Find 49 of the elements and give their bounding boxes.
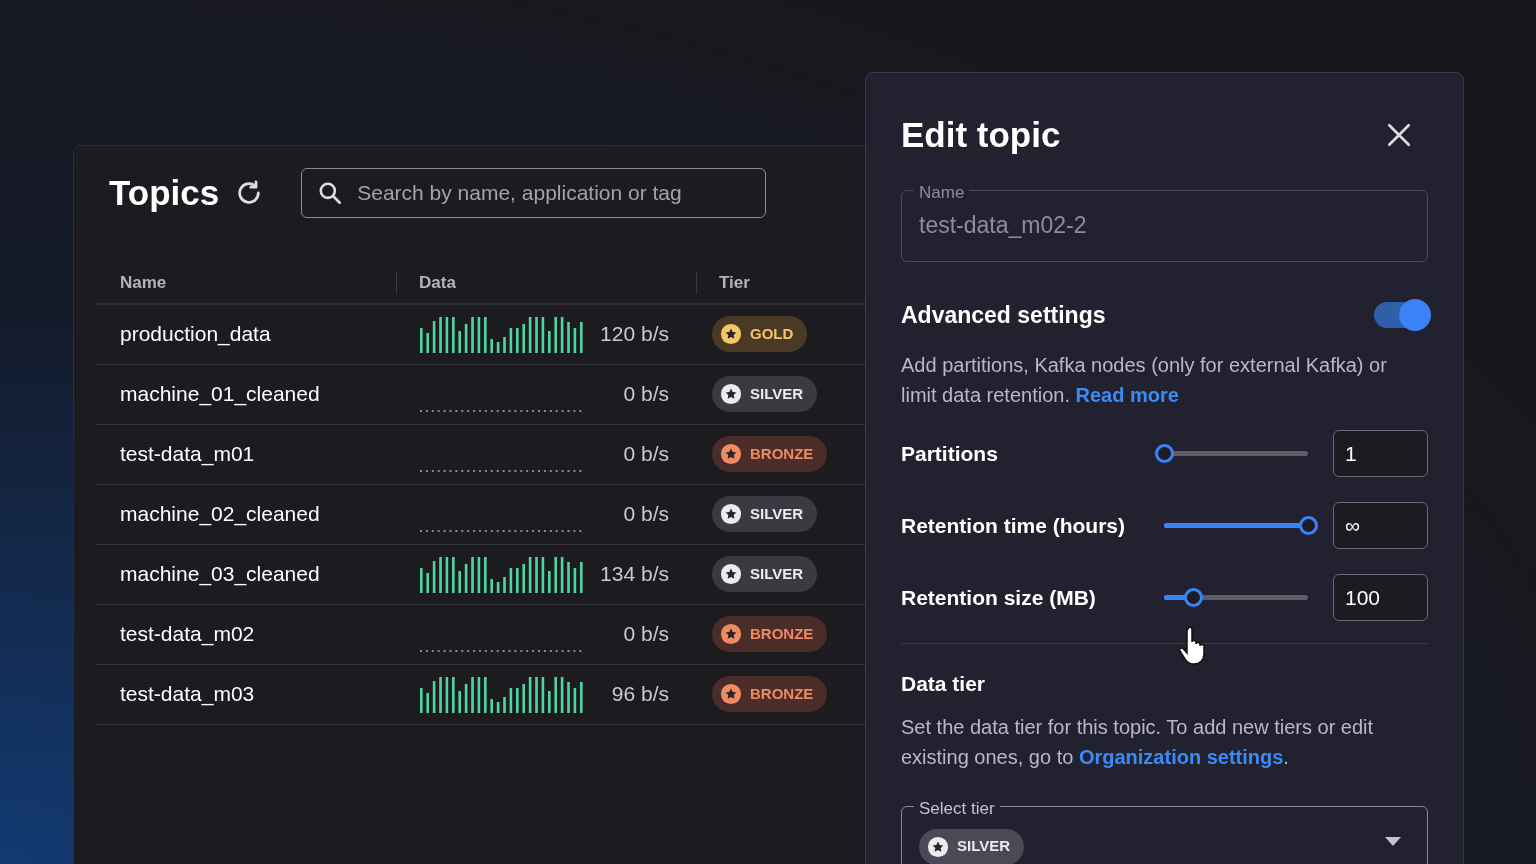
tier-badge: SILVER	[712, 376, 818, 412]
organization-settings-link[interactable]: Organization settings	[1078, 745, 1284, 768]
tier-badge: GOLD	[712, 316, 808, 352]
slider-label: Retention size (MB)	[901, 584, 1097, 611]
tier-badge: BRONZE	[712, 676, 828, 712]
slider-thumb[interactable]	[1183, 588, 1203, 607]
section-title: Advanced settings	[901, 300, 1106, 330]
tier-badge: BRONZE	[712, 436, 828, 472]
topic-name: test-data_m02	[120, 622, 255, 646]
topic-name: machine_02_cleaned	[120, 502, 320, 526]
section-title: Data tier	[901, 671, 987, 697]
slider-thumb[interactable]	[1299, 516, 1318, 535]
panel-title: Edit topic	[901, 114, 1061, 156]
data-rate: 134 b/s	[600, 561, 669, 588]
close-icon[interactable]	[1386, 122, 1412, 149]
number-field[interactable]: 100	[1333, 574, 1428, 621]
slider-label: Retention time (hours)	[901, 512, 1126, 539]
read-more-link[interactable]: Read more	[1075, 384, 1179, 406]
topic-name: test-data_m03	[120, 682, 255, 706]
data-rate: 0 b/s	[623, 501, 669, 528]
topic-name: machine_03_cleaned	[120, 562, 320, 586]
column-header[interactable]: Name	[120, 270, 167, 296]
dropdown-caret-icon	[1385, 836, 1401, 846]
tier-badge: SILVER	[919, 828, 1025, 864]
column-header[interactable]: Data	[419, 270, 456, 296]
page-title: Topics	[109, 172, 220, 214]
topic-name: machine_01_cleaned	[120, 382, 320, 406]
slider-thumb[interactable]	[1155, 444, 1174, 463]
slider-label: Partitions	[901, 440, 999, 467]
toggle-switch[interactable]	[1374, 301, 1428, 328]
data-rate: 120 b/s	[600, 321, 669, 348]
search-field[interactable]: Search by name, application or tag	[301, 168, 767, 219]
tier-badge: SILVER	[712, 496, 818, 532]
tier-badge: SILVER	[712, 556, 818, 592]
column-header[interactable]: Tier	[719, 270, 750, 296]
field-value: test-data_m02-2	[919, 211, 1087, 241]
data-rate: 0 b/s	[623, 381, 669, 408]
topic-name: production_data	[120, 322, 271, 346]
period-text: .	[1283, 745, 1289, 768]
topic-name: test-data_m01	[120, 442, 255, 466]
description-text: Set the data tier for this topic. To add new tiers or edit existing ones, go to Organization settings.	[901, 714, 1375, 770]
description-text: Add partitions, Kafka nodes (only for external Kafka) or limit data retention. Read more	[901, 353, 1388, 408]
number-field[interactable]: 1	[1333, 430, 1428, 477]
data-rate: 0 b/s	[623, 621, 669, 648]
number-field[interactable]: ∞	[1333, 502, 1428, 549]
tier-badge: BRONZE	[712, 616, 828, 652]
search-icon	[317, 180, 344, 207]
data-rate: 0 b/s	[623, 441, 669, 468]
data-rate: 96 b/s	[611, 681, 669, 708]
